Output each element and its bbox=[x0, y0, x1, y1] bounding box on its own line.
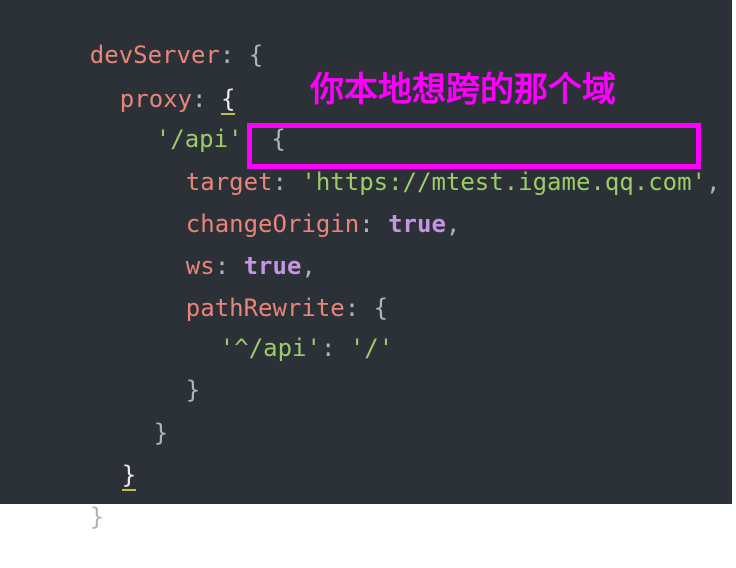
matched-close-brace: } bbox=[121, 461, 137, 491]
rewrite-pattern-key: '^/api' bbox=[219, 334, 321, 362]
colon: : bbox=[320, 334, 336, 362]
code-line-2: proxy: { bbox=[62, 48, 236, 115]
code-line-3: '/api': { bbox=[98, 88, 286, 153]
code-line-6: ws: true, bbox=[128, 215, 316, 280]
rewrite-replacement-value: '/' bbox=[349, 334, 394, 362]
code-line-10: } bbox=[96, 382, 168, 447]
close-brace: } bbox=[89, 503, 105, 531]
annotation-label: 你本地想跨的那个域 bbox=[310, 70, 616, 110]
code-line-12: } bbox=[32, 466, 104, 531]
true-value: true bbox=[388, 210, 446, 238]
code-line-7: pathRewrite: { bbox=[128, 257, 388, 322]
close-brace: } bbox=[185, 376, 201, 404]
comma: , bbox=[705, 168, 721, 196]
close-brace: } bbox=[153, 419, 169, 447]
code-editor[interactable]: devServer: { proxy: { '/api': { target: … bbox=[0, 0, 736, 531]
colon: : bbox=[359, 210, 374, 238]
target-highlight-box bbox=[247, 123, 701, 169]
code-line-8: '^/api': '/' bbox=[162, 297, 393, 362]
comma: , bbox=[445, 210, 461, 238]
open-brace: { bbox=[248, 41, 264, 69]
code-line-1: devServer: { bbox=[32, 4, 263, 69]
code-line-11: } bbox=[64, 424, 137, 491]
code-line-5: changeOrigin: true, bbox=[128, 173, 461, 238]
code-line-9: } bbox=[128, 339, 200, 404]
